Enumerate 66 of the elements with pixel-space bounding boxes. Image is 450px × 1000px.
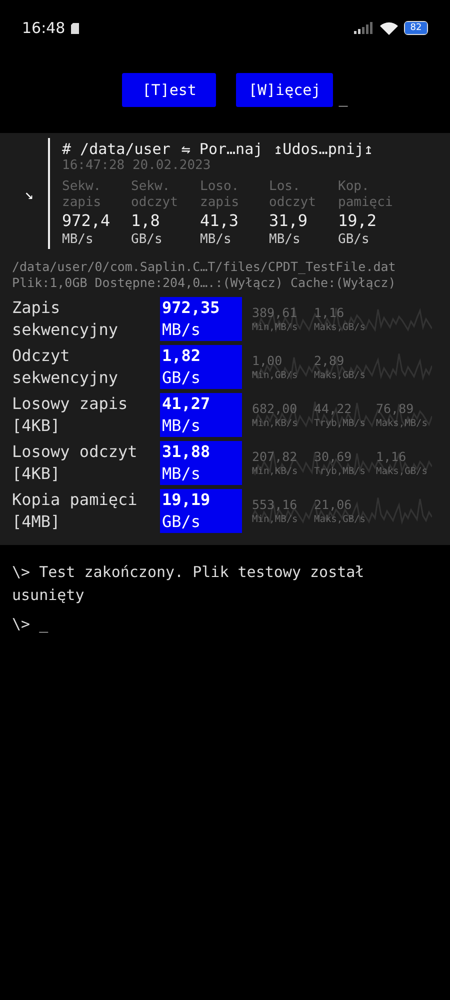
stat-label: Maks,GB/s xyxy=(314,369,366,383)
column-value: 31,9 xyxy=(269,211,309,231)
file-path: /data/user/0/com.Saplin.C…T/files/CPDT_TestFile.dat xyxy=(12,259,397,275)
stat-value: 2,89 xyxy=(314,353,346,369)
stat-label: Min,MB/s xyxy=(252,513,299,527)
stat-label: Maks,GB/s xyxy=(314,321,366,335)
column-unit: MB/s xyxy=(200,231,232,249)
column-unit: MB/s xyxy=(62,231,94,249)
stat-value: 389,61 xyxy=(252,305,298,321)
battery-icon: 82 xyxy=(404,21,428,35)
stat-label: Min,GB/s xyxy=(252,369,299,383)
test-name: Kopia pamięci [4MB] xyxy=(12,489,138,533)
column-label: Loso. zapis xyxy=(200,179,240,211)
result-box: 1,82 GB/s xyxy=(160,345,242,389)
column-unit: GB/s xyxy=(131,231,164,249)
menu-button[interactable]: [W]ięcej xyxy=(236,73,333,107)
stat-label: Min,MB/s xyxy=(252,321,299,335)
column-value: 41,3 xyxy=(200,211,240,231)
result-box: 31,88 MB/s xyxy=(160,441,242,485)
sd-card-icon xyxy=(71,22,80,34)
stat-value: 76,89 xyxy=(376,401,415,417)
stat-value: 1,16 xyxy=(314,305,346,321)
stat-value: 44,22 xyxy=(314,401,353,417)
stat-label: Tryb,MB/s xyxy=(314,465,366,479)
stat-value: 1,16 xyxy=(376,449,408,465)
stat-value: 553,16 xyxy=(252,497,298,513)
column-label: Los. odczyt xyxy=(269,179,317,211)
column-label: Sekw. odczyt xyxy=(131,179,179,211)
column-unit: GB/s xyxy=(338,231,370,249)
test-name: Zapis sekwencyjny xyxy=(12,297,119,341)
stat-value: 682,00 xyxy=(252,401,298,417)
column-value: 972,4 xyxy=(62,211,112,231)
compare-link[interactable]: ⇋ Por…naj xyxy=(181,140,263,158)
stat-label: Maks,GB/s xyxy=(314,513,366,527)
stat-value: 30,69 xyxy=(314,449,353,465)
stat-label: Maks,MB/s xyxy=(376,417,428,431)
stat-value: 21,06 xyxy=(314,497,353,513)
column-value: 1,8 xyxy=(131,211,161,231)
menu-button[interactable]: [T]est xyxy=(122,73,216,107)
stat-label: Tryb,MB/s xyxy=(314,417,366,431)
test-name: Losowy odczyt [4KB] xyxy=(12,441,138,485)
console-line: \> Test zakończony. Plik testowy został usunięty xyxy=(12,562,366,606)
console-line: \> _ xyxy=(12,614,50,635)
status-time: 16:48 xyxy=(22,19,66,37)
stat-label: Min,KB/s xyxy=(252,417,299,431)
timestamp: 16:47:28 20.02.2023 xyxy=(62,158,212,173)
result-box: 972,35 MB/s xyxy=(160,297,242,341)
stat-value: 207,82 xyxy=(252,449,298,465)
result-box: 41,27 MB/s xyxy=(160,393,242,437)
column-label: Sekw. zapis xyxy=(62,179,102,211)
stat-label: Min,KB/s xyxy=(252,465,299,479)
cursor: _ xyxy=(338,89,348,107)
share-link[interactable]: ↥Udos…pnij↥ xyxy=(274,140,373,158)
stat-label: Maks,GB/s xyxy=(376,465,428,479)
file-info: Plik:1,0GB Dostępne:204,0….:(Wyłącz) Cache:(Wyłącz) xyxy=(12,275,397,291)
column-value: 19,2 xyxy=(338,211,378,231)
test-name: Odczyt sekwencyjny xyxy=(12,345,119,389)
collapse-arrow[interactable]: ↘ xyxy=(0,184,48,202)
column-label: Kop. pamięci xyxy=(338,179,394,211)
test-name: Losowy zapis [4KB] xyxy=(12,393,129,437)
signal-icon xyxy=(354,22,374,34)
folder-path: # /data/user xyxy=(62,140,170,158)
result-box: 19,19 GB/s xyxy=(160,489,242,533)
stat-value: 1,00 xyxy=(252,353,284,369)
wifi-icon xyxy=(380,21,398,35)
column-unit: MB/s xyxy=(269,231,302,249)
